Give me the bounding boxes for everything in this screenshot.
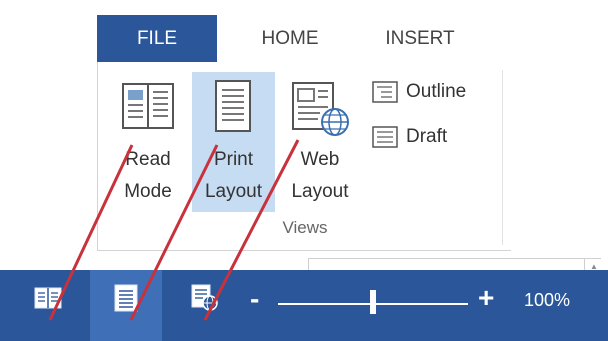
zoom-in-button[interactable]: + [478, 283, 494, 313]
print-layout-label-line2: Layout [204, 181, 263, 202]
web-layout-label-line2: Layout [291, 181, 349, 202]
zoom-slider-thumb[interactable] [370, 290, 376, 314]
read-mode-button[interactable]: Read Mode [112, 72, 184, 212]
zoom-level[interactable]: 100% [524, 290, 570, 311]
status-print-layout-button[interactable] [113, 283, 143, 313]
tab-file[interactable]: FILE [97, 15, 217, 62]
web-layout-icon [292, 82, 349, 136]
status-web-layout-button[interactable] [190, 283, 220, 313]
read-mode-label-line2: Mode [124, 181, 172, 202]
group-separator [502, 70, 503, 245]
draft-button[interactable]: Draft [372, 123, 447, 151]
outline-button[interactable]: Outline [372, 78, 466, 106]
read-mode-icon [34, 287, 62, 309]
print-layout-icon [215, 80, 251, 132]
web-layout-button[interactable]: Web Layout [282, 72, 358, 212]
zoom-out-button[interactable]: - [250, 285, 259, 313]
outline-icon [372, 81, 398, 103]
read-mode-icon [122, 83, 174, 129]
draft-icon [372, 126, 398, 148]
tab-insert[interactable]: INSERT [365, 15, 475, 62]
outline-label: Outline [406, 81, 467, 102]
web-layout-label-line1: Web [300, 149, 340, 170]
draft-label: Draft [406, 126, 448, 147]
print-layout-button[interactable]: Print Layout [192, 72, 275, 212]
print-layout-label-line1: Print [213, 149, 254, 170]
read-mode-label-line1: Read [125, 149, 171, 170]
web-layout-icon [191, 284, 218, 311]
tab-home[interactable]: HOME [240, 15, 340, 62]
status-read-mode-button[interactable] [33, 285, 63, 315]
print-layout-icon [114, 284, 138, 312]
views-group-label: Views [282, 218, 328, 237]
